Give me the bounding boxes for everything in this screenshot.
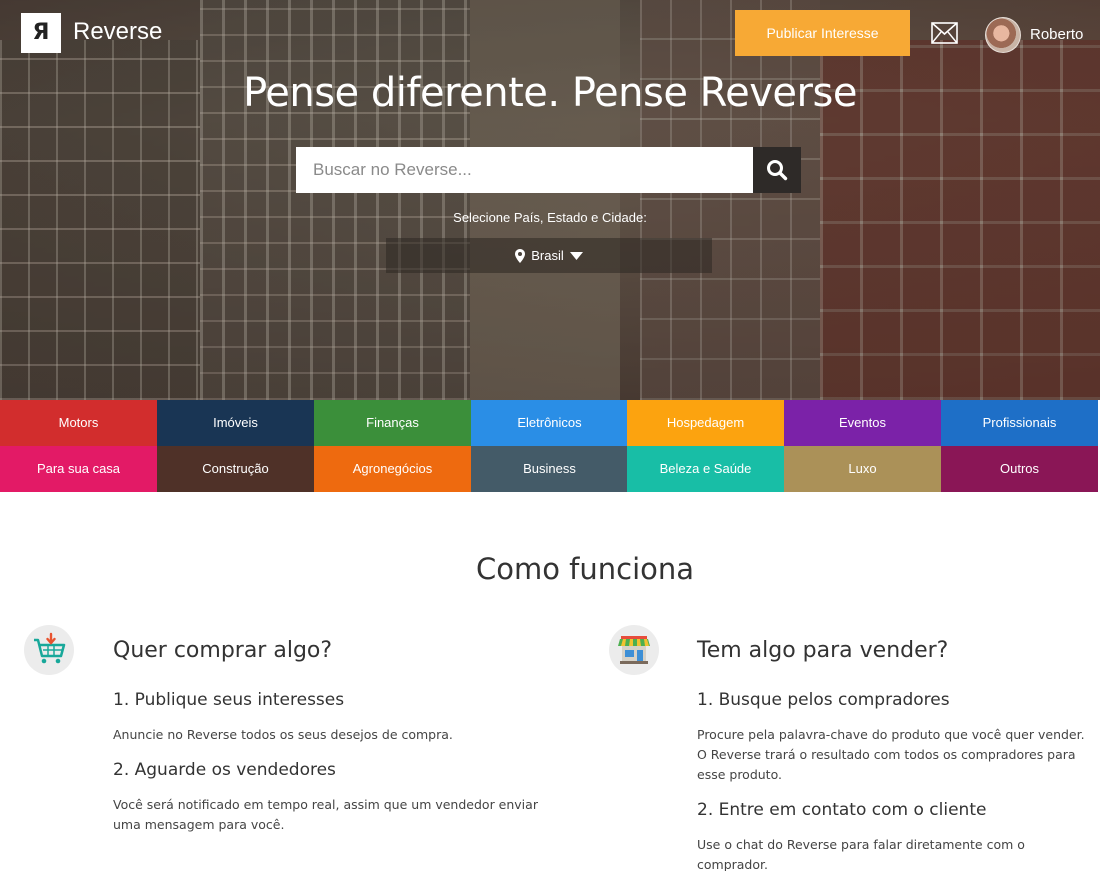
location-dropdown[interactable]: Brasil: [386, 238, 712, 273]
shopping-cart-icon: [24, 625, 74, 675]
category-eventos[interactable]: Eventos: [784, 400, 941, 446]
category-business[interactable]: Business: [471, 446, 628, 492]
category-luxo[interactable]: Luxo: [784, 446, 941, 492]
buy-step-2-title: 2. Aguarde os vendedores: [113, 760, 336, 780]
category-construcao[interactable]: Construção: [157, 446, 314, 492]
location-select-label: Selecione País, Estado e Cidade:: [453, 210, 647, 225]
category-eletronicos[interactable]: Eletrônicos: [471, 400, 628, 446]
category-para-sua-casa[interactable]: Para sua casa: [0, 446, 157, 492]
category-grid: Motors Imóveis Finanças Eletrônicos Hosp…: [0, 400, 1100, 492]
category-motors[interactable]: Motors: [0, 400, 157, 446]
category-profissionais[interactable]: Profissionais: [941, 400, 1098, 446]
buy-step-2-text: Você será notificado em tempo real, assi…: [113, 797, 538, 832]
category-financas[interactable]: Finanças: [314, 400, 471, 446]
category-hospedagem[interactable]: Hospedagem: [627, 400, 784, 446]
storefront-icon: [609, 625, 659, 675]
sell-step-1-title: 1. Busque pelos compradores: [697, 690, 950, 710]
map-marker-icon: [515, 248, 526, 263]
user-name[interactable]: Roberto: [1030, 26, 1083, 43]
category-imoveis[interactable]: Imóveis: [157, 400, 314, 446]
buy-column-title: Quer comprar algo?: [113, 638, 333, 663]
sell-step-2-text: Use o chat do Reverse para falar diretam…: [697, 837, 1025, 871]
top-navbar: Я Reverse Publicar Interesse Roberto: [0, 0, 1100, 70]
search-button[interactable]: [753, 147, 801, 193]
publish-interest-button[interactable]: Publicar Interesse: [735, 10, 910, 56]
caret-down-icon: [569, 251, 583, 260]
category-beleza-e-saude[interactable]: Beleza e Saúde: [627, 446, 784, 492]
sell-step-1-text: Procure pela palavra-chave do produto qu…: [697, 727, 1085, 782]
logo-text[interactable]: Reverse: [73, 18, 162, 46]
category-outros[interactable]: Outros: [941, 446, 1098, 492]
hero-title: Pense diferente. Pense Reverse: [243, 70, 857, 116]
logo-mark[interactable]: Я: [21, 13, 61, 53]
search-icon: [767, 160, 788, 181]
search-input[interactable]: [296, 147, 753, 193]
location-value: Brasil: [531, 248, 564, 263]
avatar[interactable]: [985, 17, 1021, 53]
sell-column-title: Tem algo para vender?: [697, 638, 949, 663]
mail-icon[interactable]: [931, 22, 958, 44]
buy-step-1-text: Anuncie no Reverse todos os seus desejos…: [113, 727, 453, 742]
sell-step-2-title: 2. Entre em contato com o cliente: [697, 800, 987, 820]
how-it-works-title: Como funciona: [475, 552, 695, 586]
category-agronegocios[interactable]: Agronegócios: [314, 446, 471, 492]
buy-step-1-title: 1. Publique seus interesses: [113, 690, 345, 710]
